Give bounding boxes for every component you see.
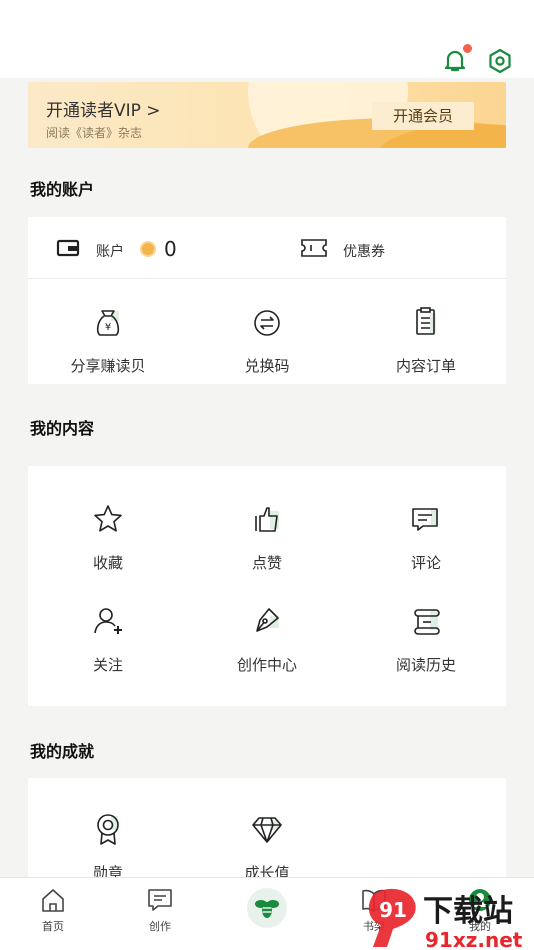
favorites-label: 收藏 [92,554,123,572]
add-user-icon [94,608,122,634]
content-orders-item[interactable]: 内容订单 [346,305,506,376]
watermark-text: 下载站 [423,894,513,929]
likes-label: 点赞 [251,554,282,572]
account-row: 账户 0 优惠券 [28,217,506,279]
tab-home[interactable]: 首页 [13,886,93,934]
svg-text:91: 91 [379,898,407,922]
tab-home-label: 首页 [42,920,64,933]
site-watermark: 91 下载站 91xz.net [368,888,523,950]
creation-center-label: 创作中心 [236,656,297,674]
thumbs-up-icon [255,507,279,532]
bee-icon [255,900,279,918]
following-item[interactable]: 关注 [28,604,188,675]
pen-icon [256,608,279,632]
vip-subtitle: 阅读《读者》杂志 [46,126,143,140]
tab-create-label: 创作 [149,920,171,933]
scroll-icon [414,609,440,635]
coin-icon [140,241,156,257]
creation-center-item[interactable]: 创作中心 [187,604,347,675]
share-earn-item[interactable]: ¥ 分享赚读贝 [28,305,188,376]
vip-banner[interactable]: 开通读者VIP > 阅读《读者》杂志 开通会员 [28,82,506,148]
open-membership-button[interactable]: 开通会员 [372,102,474,130]
likes-item[interactable]: 点赞 [187,502,347,573]
comments-label: 评论 [410,554,441,572]
home-icon [42,889,64,912]
star-icon [94,505,122,532]
reading-history-item[interactable]: 阅读历史 [346,604,506,675]
medal-icon [97,814,119,845]
svg-text:¥: ¥ [105,322,111,333]
redeem-code-item[interactable]: 兑换码 [187,305,347,376]
coupon-icon[interactable] [300,238,328,258]
share-earn-label: 分享赚读贝 [70,357,146,375]
redeem-code-label: 兑换码 [244,357,290,375]
balance-value[interactable]: 0 [164,237,177,261]
achievements-card: 勋章 成长值 [28,778,506,878]
vip-title[interactable]: 开通读者VIP > [46,96,161,121]
content-card: 收藏 点赞 评论 关注 创作中心 阅读历史 [28,466,506,706]
content-orders-label: 内容订单 [395,357,456,375]
growth-value-item[interactable]: 成长值 [187,812,347,878]
tab-create[interactable]: 创作 [120,886,200,934]
create-icon [148,889,172,911]
money-bag-icon: ¥ [96,310,120,336]
comments-item[interactable]: 评论 [346,502,506,573]
content-section-title: 我的内容 [30,419,95,438]
growth-value-label: 成长值 [244,864,290,878]
comment-icon [412,508,438,531]
watermark-site: 91xz.net [425,928,523,950]
medals-label: 勋章 [92,864,123,878]
diamond-icon [252,817,282,843]
top-bar [0,0,534,78]
coupon-label[interactable]: 优惠券 [343,241,385,261]
following-label: 关注 [92,656,123,674]
wallet-icon[interactable] [56,238,80,258]
exchange-icon [254,310,280,336]
account-card: 账户 0 优惠券 ¥ 分享赚读贝 兑换码 内容订单 [28,217,506,384]
tab-center[interactable] [247,888,287,928]
medals-item[interactable]: 勋章 [28,812,188,878]
achievements-section-title: 我的成就 [30,742,95,761]
notification-dot [463,44,472,53]
account-section-title: 我的账户 [30,180,95,199]
clipboard-icon [416,307,436,335]
settings-icon[interactable] [487,48,513,74]
favorites-item[interactable]: 收藏 [28,502,188,573]
reading-history-label: 阅读历史 [395,656,456,674]
account-label[interactable]: 账户 [96,241,124,261]
